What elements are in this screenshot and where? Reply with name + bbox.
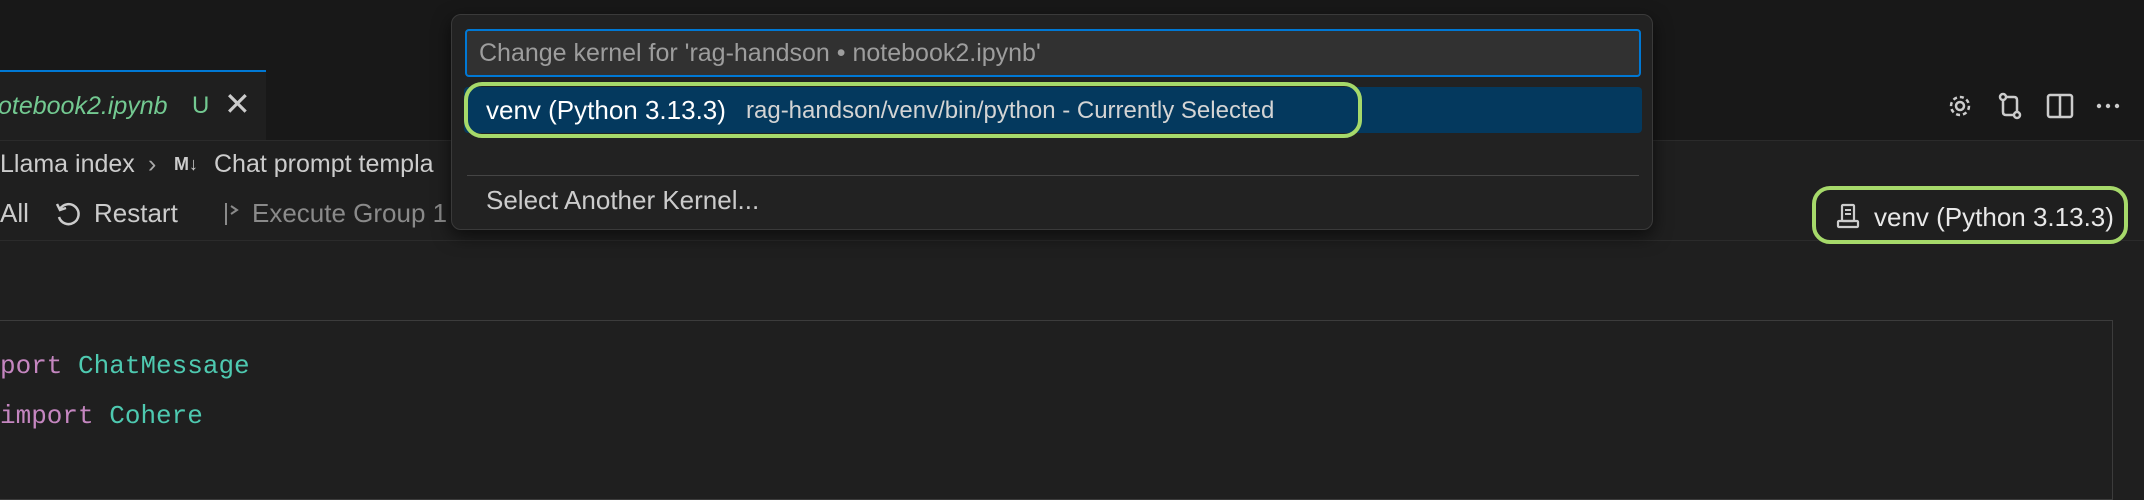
restart-button[interactable]: Restart [94,198,178,229]
select-another-kernel-option[interactable]: Select Another Kernel... [486,185,759,216]
execute-group-button[interactable]: Execute Group 1 [252,198,447,229]
breadcrumb-item-chat-prompt[interactable]: Chat prompt templa [214,150,434,179]
code-class-name: ChatMessage [78,351,250,381]
kernel-option-selected[interactable]: venv (Python 3.13.3) rag-handson/venv/bi… [464,82,1642,138]
server-environment-icon [1836,203,1860,229]
breadcrumb-separator: › [148,150,157,178]
untracked-badge: U [192,92,210,119]
run-all-button[interactable]: All [0,198,29,229]
code-keyword: import [0,401,94,431]
more-actions-icon[interactable] [2092,90,2124,122]
kernel-option-name: venv (Python 3.13.3) [486,95,726,125]
code-line: import Cohere [0,401,203,431]
split-editor-icon[interactable] [2044,90,2076,122]
code-line: port ChatMessage [0,351,250,381]
breadcrumb-item-llama-index[interactable]: Llama index [0,150,135,179]
kernel-quick-pick: venv (Python 3.13.3) rag-handson/venv/bi… [451,14,1653,230]
code-class-name: Cohere [109,401,203,431]
compare-changes-icon[interactable] [1994,90,2026,122]
kernel-option-description: rag-handson/venv/bin/python - Currently … [746,97,1275,124]
kernel-search-input[interactable] [465,29,1641,77]
code-keyword: port [0,351,63,381]
close-icon[interactable]: ✕ [224,88,251,120]
code-cell[interactable]: port ChatMessage import Cohere [0,320,2113,500]
restart-icon[interactable] [54,200,82,228]
tab-label: otebook2.ipynb [0,92,168,120]
kernel-picker-button[interactable]: venv (Python 3.13.3) [1812,186,2128,244]
execute-group-icon [225,203,239,225]
kernel-label: venv (Python 3.13.3) [1874,202,2114,232]
gear-icon[interactable] [1944,90,1976,122]
markdown-icon: M↓ [174,154,198,174]
tab-notebook2[interactable]: otebook2.ipynb U ✕ [0,70,266,140]
separator [467,175,1639,176]
